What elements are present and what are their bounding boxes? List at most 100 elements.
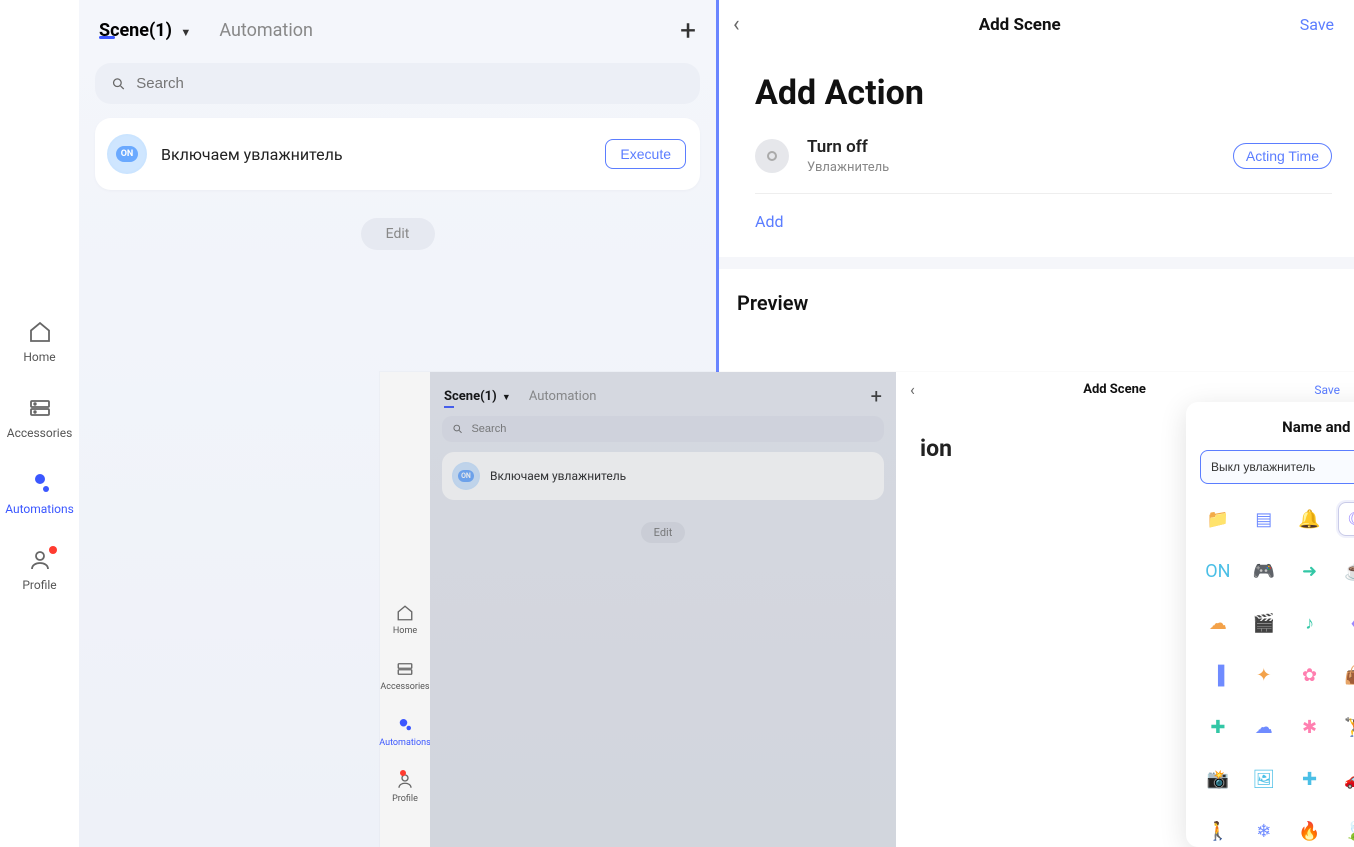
acting-time-button[interactable]: Acting Time [1233,143,1332,169]
ov-card-icon: ON [452,462,480,490]
icon-option-aid[interactable]: ✚ [1293,762,1327,796]
action-row[interactable]: Turn off Увлажнитель Acting Time [719,123,1354,187]
ov-save-button[interactable]: Save [1314,383,1340,397]
overlay-screenshot-2: Home Accessories Automations Profile Sce… [380,372,1354,847]
icon-option-dumbbell[interactable]: 🏋 [1338,710,1354,744]
icon-option-night-cloud[interactable]: ☁ [1247,710,1281,744]
nav-accessories-label: Accessories [7,426,73,440]
icon-option-medkit[interactable]: ✚ [1201,710,1235,744]
home-icon [28,320,52,344]
automations-icon [28,472,52,496]
icon-option-movie[interactable]: 🎬 [1247,606,1281,640]
on-badge-icon: ON [116,146,139,162]
search-icon [452,423,463,435]
action-title: Turn off [807,137,1215,157]
ov-plus-icon[interactable]: + [871,384,882,408]
icon-option-bag[interactable]: 👜 [1338,658,1354,692]
icon-option-moon[interactable]: ☾ [1338,502,1354,536]
edit-button[interactable]: Edit [361,218,435,250]
icon-option-stack[interactable]: ▤ [1247,502,1281,536]
add-action-title: Add Action [719,49,1354,123]
save-button[interactable]: Save [1300,15,1334,34]
scene-card[interactable]: ON Включаем увлажнитель Execute [95,118,700,190]
icon-option-walk[interactable]: 🚶 [1201,814,1235,847]
tab-automation[interactable]: Automation [219,20,313,41]
icon-option-palette[interactable]: ✦ [1247,658,1281,692]
profile-icon [28,548,52,572]
scene-tabs: Scene(1) ▼ Automation + [95,8,700,57]
ov-nav-accessories[interactable]: Accessories [380,660,429,692]
icon-option-leaf[interactable]: 🍃 [1338,814,1354,847]
icon-option-bell[interactable]: 🔔 [1293,502,1327,536]
popup-title: Name and icon [1200,418,1354,436]
ov-panel-title: Add Scene [1083,382,1146,397]
name-and-icon-popup: Name and icon 📁▤🔔☾❤ON🎮➜☕👥☁🎬♪♦📻▐✦✿👜📷✚☁✱🏋💬… [1186,402,1354,847]
add-scene-plus-icon[interactable]: + [680,14,696,47]
nav-profile[interactable]: Profile [0,548,79,592]
overlay-scene-pane: Scene(1) ▼ Automation + ON Включаем увла… [430,372,896,847]
home-icon [396,604,414,622]
action-subtitle: Увлажнитель [807,160,1215,175]
icon-option-on-badge[interactable]: ON [1201,554,1235,588]
back-icon[interactable]: ‹ [910,380,915,399]
tab-scene[interactable]: Scene(1) ▼ [99,20,191,41]
scene-name-input[interactable] [1200,450,1354,484]
ov-card-title: Включаем увлажнитель [490,469,626,483]
ov-nav-home-label: Home [393,626,417,636]
icon-option-gem[interactable]: ♦ [1338,606,1354,640]
back-icon[interactable]: ‹ [733,12,740,37]
icon-option-photo[interactable]: 🖼 [1247,762,1281,796]
section-gap [719,257,1354,269]
icon-option-folder[interactable]: 📁 [1201,502,1235,536]
icon-option-coffee[interactable]: ☕ [1338,554,1354,588]
ov-nav-prof-label: Profile [392,794,418,804]
ov-nav-acc-label: Accessories [380,682,429,692]
tab-scene-label: Scene(1) [99,20,172,41]
on-badge-icon: ON [458,470,474,482]
add-action-link[interactable]: Add [719,194,1354,247]
ov-search-input[interactable] [471,423,874,435]
icon-option-enter[interactable]: ➜ [1293,554,1327,588]
icon-option-car[interactable]: 🚗 [1338,762,1354,796]
icon-option-gamepad[interactable]: 🎮 [1247,554,1281,588]
ov-tab-scene[interactable]: Scene(1) ▼ [444,389,511,404]
ov-nav-profile[interactable]: Profile [392,772,418,804]
nav-automations[interactable]: Automations [0,472,79,516]
profile-icon [396,772,414,790]
icon-option-hashtag[interactable]: ✱ [1293,710,1327,744]
search-input[interactable] [136,75,684,92]
icon-grid: 📁▤🔔☾❤ON🎮➜☕👥☁🎬♪♦📻▐✦✿👜📷✚☁✱🏋💬📸🖼✚🚗🛡🚶❄🔥🍃☺🧘👕✣🕘… [1200,502,1354,847]
accessories-icon [396,660,414,678]
search-icon [111,76,126,92]
ov-tab-automation[interactable]: Automation [529,389,597,404]
preview-header: Preview [719,269,1354,315]
ov-scene-card[interactable]: ON Включаем увлажнитель [442,452,884,500]
icon-option-camera2[interactable]: 📸 [1201,762,1235,796]
search-bar[interactable] [95,63,700,104]
ov-nav-auto-label: Automations [379,738,430,748]
nav-home[interactable]: Home [0,320,79,364]
sidebar: Home Accessories Automations Profile [0,0,79,847]
icon-option-cloud[interactable]: ☁ [1201,606,1235,640]
panel-title: Add Scene [979,15,1061,35]
ov-search[interactable] [442,416,884,442]
nav-home-label: Home [23,350,55,364]
ov-tabs: Scene(1) ▼ Automation + [442,380,884,416]
scene-card-icon: ON [107,134,147,174]
icon-option-snow[interactable]: ❄ [1247,814,1281,847]
icon-option-music[interactable]: ♪ [1293,606,1327,640]
ov-nav-automations[interactable]: Automations [379,716,430,748]
nav-automations-label: Automations [5,502,74,516]
chevron-down-icon: ▼ [180,26,191,39]
execute-button[interactable]: Execute [605,139,686,169]
scene-card-title: Включаем увлажнитель [161,145,591,164]
overlay-right-pane: ‹ Add Scene Save ion Acting Time Name an… [896,372,1354,847]
icon-option-book[interactable]: ▐ [1201,658,1235,692]
nav-accessories[interactable]: Accessories [0,396,79,440]
icon-option-fire[interactable]: 🔥 [1293,814,1327,847]
ov-nav-home[interactable]: Home [393,604,417,636]
device-icon [755,139,789,173]
accessories-icon [28,396,52,420]
icon-option-flower[interactable]: ✿ [1293,658,1327,692]
ov-edit-button[interactable]: Edit [641,522,685,543]
